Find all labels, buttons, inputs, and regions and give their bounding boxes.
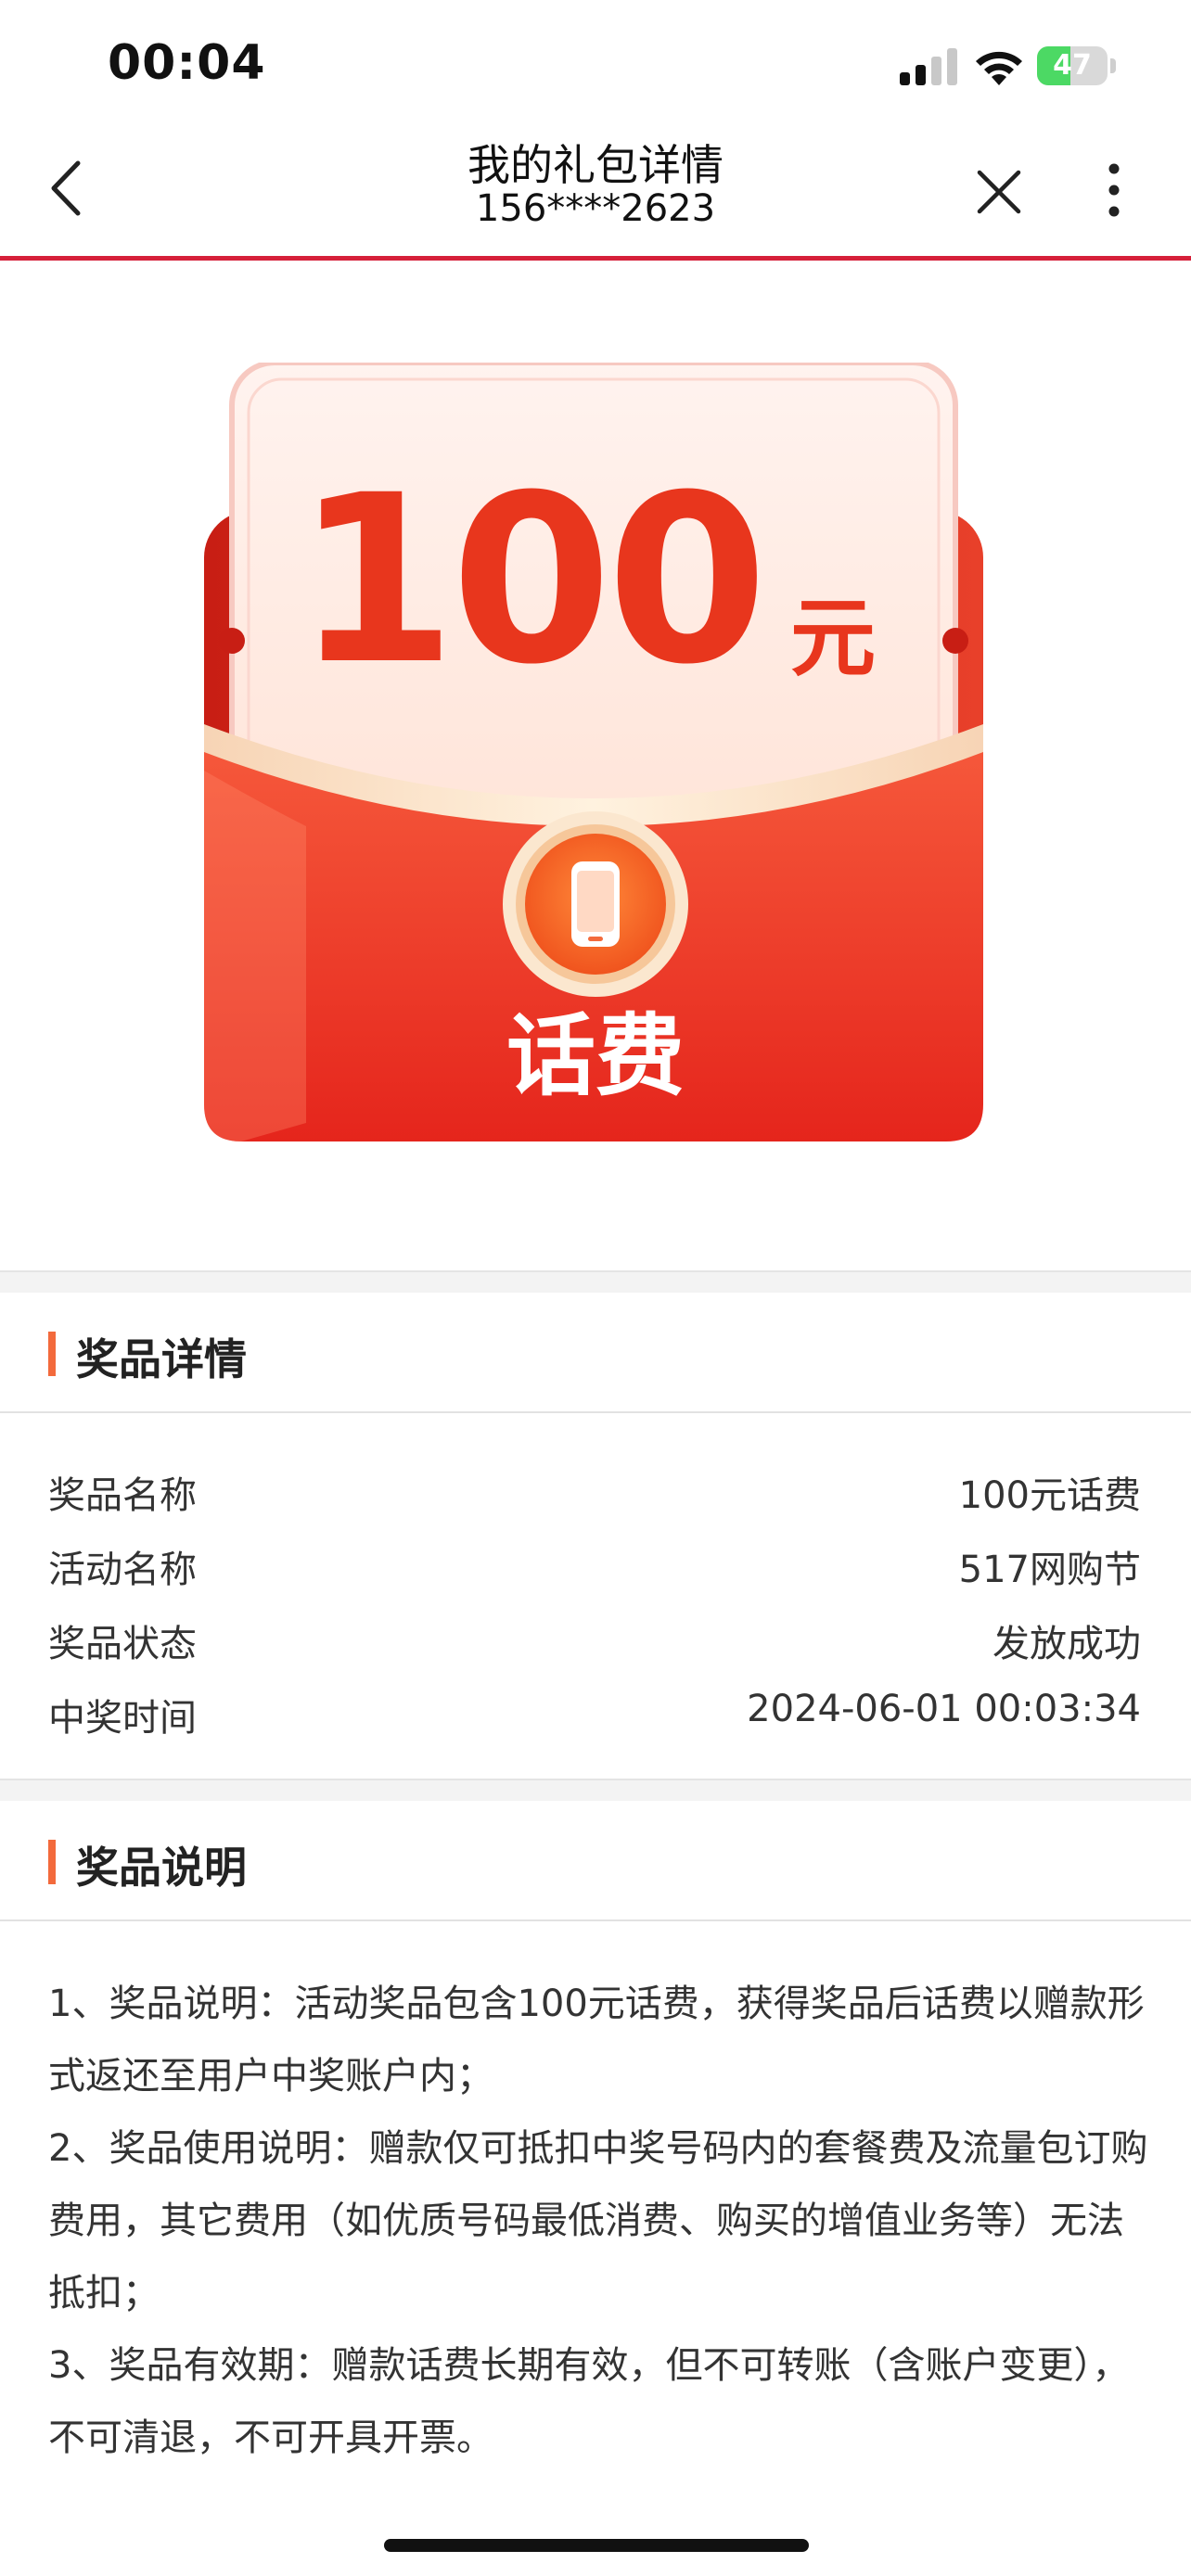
detail-row: 奖品状态 发放成功 — [0, 1613, 1191, 1678]
detail-row: 活动名称 517网购节 — [0, 1539, 1191, 1604]
status-time: 00:04 — [108, 35, 266, 91]
more-options-button[interactable] — [1100, 158, 1128, 223]
phone-icon — [503, 811, 688, 997]
detail-label: 活动名称 — [48, 1549, 197, 1591]
detail-value: 发放成功 — [992, 1623, 1141, 1665]
description-item: 2、奖品使用说明：赠款仅可抵扣中奖号码内的套餐费及流量包订购费用，其它费用（如优… — [48, 2127, 1148, 2315]
prize-type-label: 话费 — [506, 1004, 685, 1108]
detail-row: 中奖时间 2024-06-01 00:03:34 — [0, 1688, 1191, 1753]
battery-icon: 47 — [1037, 46, 1117, 85]
close-button[interactable] — [974, 167, 1024, 217]
prize-amount: 100 — [295, 445, 768, 715]
battery-percent: 47 — [1053, 49, 1092, 82]
detail-value: 100元话费 — [958, 1474, 1141, 1517]
detail-value: 517网购节 — [958, 1549, 1141, 1591]
prize-description-text: 1、奖品说明：活动奖品包含100元话费，获得奖品后话费以赠款形式返还至用户中奖账… — [48, 1968, 1152, 2474]
detail-label: 中奖时间 — [48, 1697, 197, 1740]
section-title: 奖品说明 — [76, 1843, 247, 1893]
prize-description-header: 奖品说明 — [0, 1801, 1191, 1921]
prize-details-list: 奖品名称 100元话费 活动名称 517网购节 奖品状态 发放成功 中奖时间 2… — [0, 1415, 1191, 1777]
prize-details-header: 奖品详情 — [0, 1293, 1191, 1413]
description-item: 3、奖品有效期：赠款话费长期有效，但不可转账（含账户变更），不可清退，不可开具开… — [48, 2344, 1130, 2459]
prize-hero: 100 元 话费 — [0, 261, 1191, 1270]
section-title: 奖品详情 — [76, 1334, 247, 1384]
detail-value: 2024-06-01 00:03:34 — [747, 1688, 1141, 1730]
home-indicator[interactable] — [384, 2539, 809, 2552]
section-marker — [48, 1332, 56, 1376]
description-item: 1、奖品说明：活动奖品包含100元话费，获得奖品后话费以赠款形式返还至用户中奖账… — [48, 1983, 1145, 2098]
prize-amount-unit: 元 — [790, 589, 877, 688]
section-divider — [0, 1779, 1191, 1801]
wifi-icon — [976, 51, 1022, 85]
navigation-bar: 我的礼包详情 156****2623 — [0, 121, 1191, 261]
section-marker — [48, 1840, 56, 1884]
detail-label: 奖品名称 — [48, 1474, 197, 1517]
status-bar: 00:04 47 — [0, 0, 1191, 121]
detail-row: 奖品名称 100元话费 — [0, 1465, 1191, 1530]
detail-label: 奖品状态 — [48, 1623, 197, 1665]
cellular-signal-icon — [900, 48, 957, 85]
section-divider — [0, 1270, 1191, 1293]
